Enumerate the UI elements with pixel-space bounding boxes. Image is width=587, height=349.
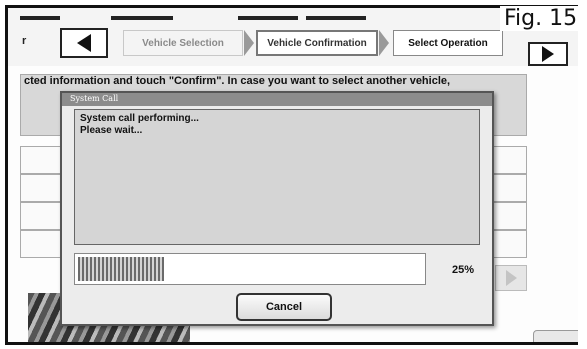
previous-step-label: r	[22, 35, 27, 47]
dialog-titlebar: System Call	[62, 93, 492, 106]
system-call-dialog: System Call System call performing... Pl…	[60, 91, 494, 326]
step-arrow-icon	[379, 30, 389, 56]
right-triangle-icon	[542, 46, 554, 62]
step-vehicle-confirmation[interactable]: Vehicle Confirmation	[256, 30, 378, 56]
figure-label: Fig. 15	[500, 6, 582, 31]
cancel-button[interactable]: Cancel	[236, 293, 332, 321]
corner-button[interactable]	[533, 330, 578, 342]
progress-percent-label: 25%	[452, 264, 475, 276]
progress-bar	[74, 253, 426, 285]
step-navigation-bar: r Vehicle Selection Vehicle Confirmation…	[8, 8, 578, 66]
instruction-text: cted information and touch "Confirm". In…	[24, 75, 451, 87]
step-arrow-icon	[244, 30, 254, 56]
nav-divider	[306, 16, 366, 20]
left-triangle-icon	[77, 34, 91, 52]
progress-fill	[78, 257, 164, 281]
step-vehicle-selection[interactable]: Vehicle Selection	[123, 30, 243, 56]
step-select-operation[interactable]: Select Operation	[393, 30, 503, 56]
message-line: System call performing...	[80, 113, 199, 124]
dialog-title: System Call	[70, 94, 119, 103]
message-line: Please wait...	[80, 125, 143, 136]
message-box: System call performing... Please wait...	[74, 109, 480, 245]
app-frame: r Vehicle Selection Vehicle Confirmation…	[5, 5, 578, 345]
right-triangle-icon	[505, 270, 517, 286]
nav-divider	[111, 16, 173, 20]
nav-divider	[238, 16, 298, 20]
next-page-button[interactable]	[495, 265, 527, 291]
forward-button[interactable]	[528, 42, 568, 66]
nav-divider	[20, 16, 60, 20]
back-button[interactable]	[60, 28, 108, 58]
